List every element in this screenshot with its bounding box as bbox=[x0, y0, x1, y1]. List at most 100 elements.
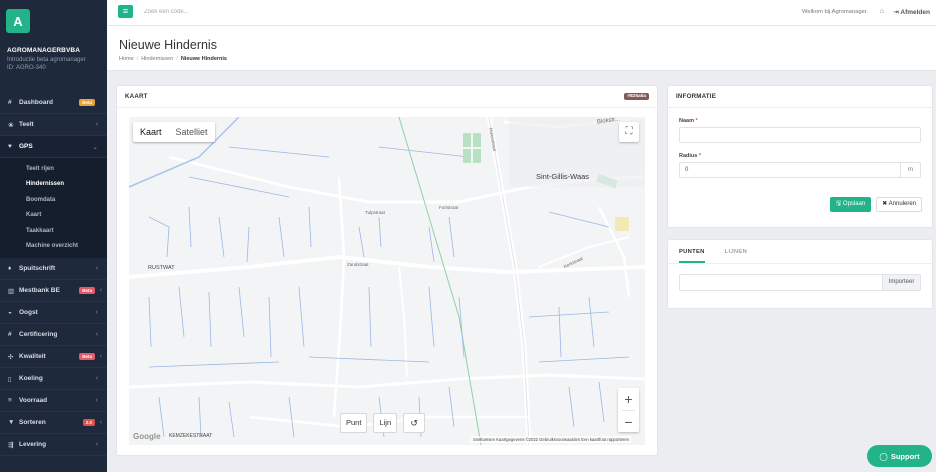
zoom-out-button[interactable]: − bbox=[618, 411, 639, 433]
logout-link[interactable]: ⇥ Afmelden bbox=[893, 8, 930, 16]
sidebar-item-spuitschrift[interactable]: ♦ Spuitschrift ‹ bbox=[0, 258, 107, 280]
map-label-zandstraat: Zandstraat bbox=[347, 262, 369, 267]
sidebar-nav: # Dashboard Beta ❀ Teelt ‹ ♥ GPS ⌄ Teelt… bbox=[0, 92, 107, 456]
zoom-in-button[interactable]: + bbox=[618, 388, 639, 410]
name-field[interactable] bbox=[679, 127, 921, 143]
sidebar-item-label: Mestbank BE bbox=[19, 287, 60, 294]
sidebar-item-oogst[interactable]: ◒ Oogst ‹ bbox=[0, 302, 107, 324]
support-label: Support bbox=[890, 451, 920, 461]
gps-submenu: Teelt rijen Hindernissen Boomdata Kaart … bbox=[0, 158, 107, 258]
sidebar-item-label: Levering bbox=[19, 441, 47, 448]
sidebar-item-sorteren[interactable]: ▼ Sorteren 2.0 ‹ bbox=[0, 412, 107, 434]
name-label: Naam * bbox=[679, 118, 698, 124]
sidebar-subitem-boomdata[interactable]: Boomdata bbox=[0, 192, 107, 208]
points-tabs: PUNTEN LIJNEN bbox=[668, 240, 932, 264]
list-icon: ≡ bbox=[8, 397, 12, 404]
chevron-left-icon: ‹ bbox=[95, 375, 98, 382]
beta-badge: Beta bbox=[79, 99, 95, 106]
company-info: AGROMANAGERBVBA Introductie beta agroman… bbox=[7, 47, 105, 72]
map-attribution[interactable]: Sneltoetsen Kaartgegevens ©2022 Gebruiks… bbox=[470, 436, 631, 443]
chevron-left-icon: ‹ bbox=[95, 121, 98, 128]
cancel-button[interactable]: ✖ Annuleren bbox=[876, 197, 922, 212]
sidebar-subitem-taakkaart[interactable]: Taakkaart bbox=[0, 223, 107, 239]
beta-badge: Beta bbox=[79, 353, 95, 360]
radius-value: 0 bbox=[685, 167, 689, 173]
map-type-kaart-button[interactable]: Kaart bbox=[133, 122, 169, 142]
certificate-icon: # bbox=[8, 331, 12, 338]
sidebar-item-gps[interactable]: ♥ GPS ⌄ bbox=[0, 136, 107, 158]
tab-lijnen[interactable]: LIJNEN bbox=[725, 240, 747, 263]
chevron-left-icon: ‹ bbox=[95, 397, 98, 404]
sidebar-item-label: Certificering bbox=[19, 331, 58, 338]
map-marker-icon: ♥ bbox=[8, 143, 12, 150]
sidebar-item-voorraad[interactable]: ≡ Voorraad ‹ bbox=[0, 390, 107, 412]
chevron-left-icon: ‹ bbox=[99, 353, 102, 360]
beta-badge: Beta bbox=[79, 287, 95, 294]
chat-icon: ◯ bbox=[879, 451, 888, 461]
page-title: Nieuwe Hindernis bbox=[119, 38, 217, 52]
company-name: AGROMANAGERBVBA bbox=[7, 47, 80, 54]
draw-line-button[interactable]: Lijn bbox=[373, 413, 398, 433]
map-label-tulpstraat: Tulpstraat bbox=[365, 210, 385, 215]
dashboard-icon: # bbox=[8, 99, 12, 106]
import-button[interactable]: Importeer bbox=[882, 275, 920, 290]
map-panel: KAART #825a5a Blokstr... Sint-Gillis-Waa… bbox=[117, 86, 657, 455]
filter-icon: ▼ bbox=[8, 419, 15, 426]
color-badge: #825a5a bbox=[624, 93, 649, 100]
sidebar-item-label: Teelt bbox=[19, 121, 34, 128]
breadcrumb-home[interactable]: Home bbox=[119, 56, 134, 62]
thermometer-icon: ▯ bbox=[8, 375, 12, 383]
fullscreen-icon[interactable]: ⛶ bbox=[619, 122, 639, 142]
undo-icon[interactable]: ↺ bbox=[403, 413, 426, 433]
tab-punten[interactable]: PUNTEN bbox=[679, 240, 705, 263]
sidebar-item-label: Voorraad bbox=[19, 397, 48, 404]
sidebar-item-levering[interactable]: ⇶ Levering ‹ bbox=[0, 434, 107, 456]
sidebar-item-dashboard[interactable]: # Dashboard Beta bbox=[0, 92, 107, 114]
form-buttons: 🖫 Opslaan ✖ Annuleren bbox=[830, 197, 922, 212]
sidebar: A AGROMANAGERBVBA Introductie beta agrom… bbox=[0, 0, 107, 472]
map-type-control: Kaart Satelliet bbox=[133, 122, 215, 142]
breadcrumb-hindernissen[interactable]: Hindernissen bbox=[141, 56, 173, 62]
sidebar-subitem-hindernissen[interactable]: Hindernissen bbox=[0, 177, 107, 193]
draw-point-button[interactable]: Punt bbox=[340, 413, 368, 433]
map-label-town: Sint-Gillis-Waas bbox=[536, 172, 590, 181]
menu-toggle-button[interactable]: ≡ bbox=[118, 5, 133, 18]
bank-icon: ▥ bbox=[8, 287, 15, 295]
company-subtitle: Introductie beta agromanager bbox=[7, 57, 86, 63]
sidebar-subitem-machine-overzicht[interactable]: Machine overzicht bbox=[0, 239, 107, 255]
sidebar-item-label: Kwaliteit bbox=[19, 353, 46, 360]
sidebar-item-mestbank[interactable]: ▥ Mestbank BE Beta ‹ bbox=[0, 280, 107, 302]
sidebar-subitem-kaart[interactable]: Kaart bbox=[0, 208, 107, 224]
sidebar-item-certificering[interactable]: # Certificering ‹ bbox=[0, 324, 107, 346]
zoom-control: + − bbox=[618, 388, 639, 432]
sidebar-item-kwaliteit[interactable]: ✣ Kwaliteit Beta ‹ bbox=[0, 346, 107, 368]
radius-label: Radius * bbox=[679, 153, 702, 159]
save-button[interactable]: 🖫 Opslaan bbox=[830, 197, 872, 212]
home-icon[interactable]: ⌂ bbox=[880, 8, 884, 15]
breadcrumb-current: Nieuwe Hindernis bbox=[180, 56, 227, 62]
sidebar-item-koeling[interactable]: ▯ Koeling ‹ bbox=[0, 368, 107, 390]
chevron-left-icon: ‹ bbox=[99, 419, 102, 426]
search-input[interactable] bbox=[139, 5, 309, 18]
chevron-left-icon: ‹ bbox=[95, 309, 98, 316]
app-logo[interactable]: A bbox=[6, 9, 30, 33]
sidebar-item-label: Sorteren bbox=[19, 419, 46, 426]
quality-icon: ✣ bbox=[8, 353, 14, 361]
sidebar-subitem-teelt-rijen[interactable]: Teelt rijen bbox=[0, 161, 107, 177]
google-logo: Google bbox=[133, 432, 161, 441]
map-canvas[interactable]: Blokstr... Sint-Gillis-Waas RUSTWAT KEMZ… bbox=[129, 117, 645, 445]
truck-icon: ⇶ bbox=[8, 441, 14, 449]
chevron-left-icon: ‹ bbox=[95, 441, 98, 448]
basket-icon: ◒ bbox=[8, 309, 12, 316]
page-header: Nieuwe Hindernis Home / Hindernissen / Nieuw… bbox=[107, 26, 936, 71]
radius-unit: m bbox=[900, 163, 920, 177]
sidebar-item-teelt[interactable]: ❀ Teelt ‹ bbox=[0, 114, 107, 136]
sidebar-item-label: Dashboard bbox=[19, 99, 53, 106]
map-label-rustwat: RUSTWAT bbox=[148, 265, 175, 271]
drop-icon: ♦ bbox=[8, 265, 12, 272]
radius-field[interactable]: 0 m bbox=[679, 162, 921, 178]
import-field[interactable]: Importeer bbox=[679, 274, 921, 291]
support-button[interactable]: ◯ Support bbox=[867, 445, 932, 467]
sidebar-item-label: Koeling bbox=[19, 375, 43, 382]
map-type-satelliet-button[interactable]: Satelliet bbox=[169, 122, 215, 142]
